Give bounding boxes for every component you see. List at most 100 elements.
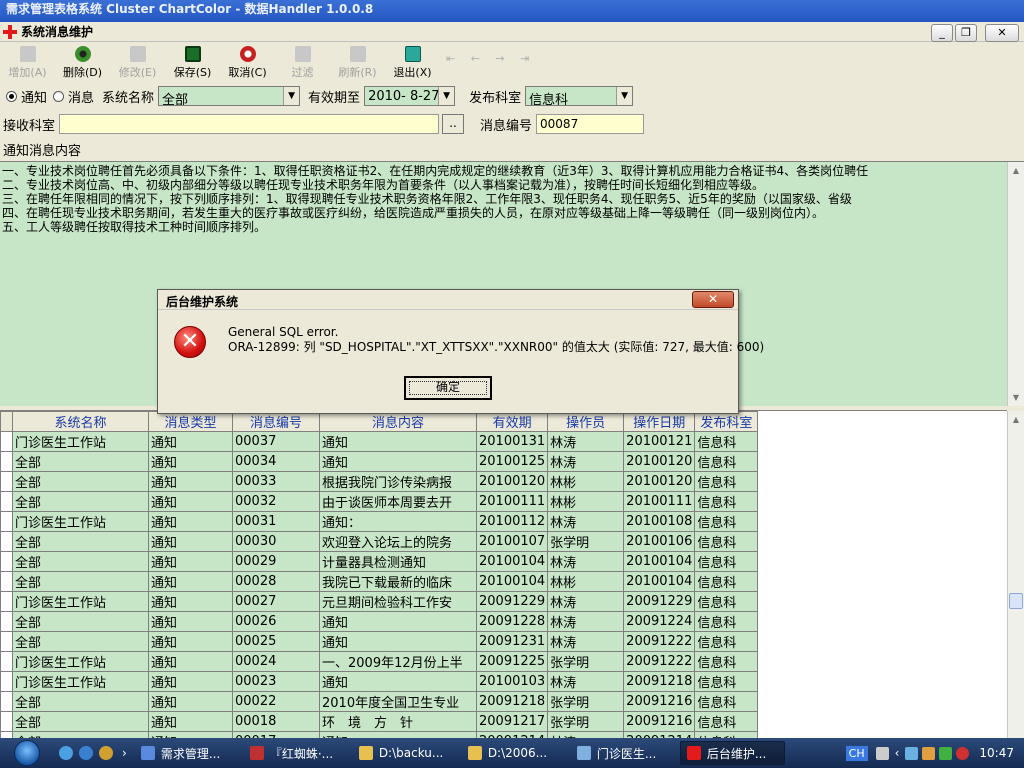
cell-valid-until[interactable]: 20100103	[475, 671, 549, 692]
cell-message-no[interactable]: 00031	[232, 511, 320, 532]
cell-publish-dept[interactable]: 信息科	[694, 491, 759, 512]
cell-message-content[interactable]: 由于谈医师本周要去开	[319, 491, 477, 512]
cell-operation-date[interactable]: 20091216	[623, 711, 696, 732]
quicklaunch-icon[interactable]	[99, 746, 113, 760]
cell-operation-date[interactable]: 20100106	[623, 531, 696, 552]
row-indicator[interactable]	[0, 631, 13, 652]
table-row[interactable]: 全部 通知 00028 我院已下载最新的临床 20100104 林彬 20100104 信息科	[0, 571, 759, 592]
row-indicator[interactable]	[0, 591, 13, 612]
system-name-select[interactable]: 全部 ▼	[158, 86, 301, 106]
col-system-name[interactable]: 系统名称	[12, 411, 149, 432]
cell-operator[interactable]: 林涛	[547, 631, 625, 652]
cell-message-type[interactable]: 通知	[148, 591, 233, 612]
cell-publish-dept[interactable]: 信息科	[694, 551, 759, 572]
cell-message-content[interactable]: 通知	[319, 671, 477, 692]
chevron-right-icon[interactable]: ›	[122, 746, 127, 760]
cell-operator[interactable]: 林彬	[547, 491, 625, 512]
cell-publish-dept[interactable]: 信息科	[694, 631, 759, 652]
cell-operator[interactable]: 林涛	[547, 511, 625, 532]
cell-valid-until[interactable]: 20100125	[475, 451, 549, 472]
table-row[interactable]: 门诊医生工作站 通知 00031 通知： 20100112 林涛 20100108 信息科	[0, 511, 759, 532]
notice-radio[interactable]	[6, 90, 17, 102]
receive-dept-input[interactable]	[59, 114, 440, 134]
row-indicator[interactable]	[0, 511, 13, 532]
col-message-type[interactable]: 消息类型	[148, 411, 233, 432]
shield-icon[interactable]	[939, 746, 953, 760]
cell-message-type[interactable]: 通知	[148, 631, 233, 652]
scroll-up-icon[interactable]: ▲	[1008, 411, 1024, 428]
cell-message-type[interactable]: 通知	[148, 531, 233, 552]
table-row[interactable]: 全部 通知 00029 计量器具检测通知 20100104 林涛 20100104 信息科	[0, 551, 759, 572]
cell-message-no[interactable]: 00028	[232, 571, 320, 592]
cell-system-name[interactable]: 全部	[12, 471, 149, 492]
cell-system-name[interactable]: 全部	[12, 531, 149, 552]
cell-valid-until[interactable]: 20091217	[475, 711, 549, 732]
cell-message-type[interactable]: 通知	[148, 671, 233, 692]
cell-message-no[interactable]: 00034	[232, 451, 320, 472]
cell-message-type[interactable]: 通知	[148, 611, 233, 632]
cell-message-type[interactable]: 通知	[148, 711, 233, 732]
cell-message-no[interactable]: 00026	[232, 611, 320, 632]
cell-message-content[interactable]: 环 境 方 针	[319, 711, 477, 732]
cell-message-content[interactable]: 元旦期间检验科工作安	[319, 591, 477, 612]
cell-message-no[interactable]: 00018	[232, 711, 320, 732]
cell-operation-date[interactable]: 20091224	[623, 611, 696, 632]
cell-message-no[interactable]: 00022	[232, 691, 320, 712]
cell-publish-dept[interactable]: 信息科	[694, 651, 759, 672]
cell-message-type[interactable]: 通知	[148, 431, 233, 452]
table-row[interactable]: 门诊医生工作站 通知 00027 元旦期间检验科工作安 20091229 林涛 200912…	[0, 591, 759, 612]
valid-until-date-picker[interactable]: 2010- 8-27 ▼	[364, 86, 456, 106]
cell-message-content[interactable]: 通知：	[319, 511, 477, 532]
cell-message-content[interactable]: 我院已下载最新的临床	[319, 571, 477, 592]
record-nav-arrows[interactable]: ⇤ ← → ⇥	[446, 42, 535, 82]
table-scrollbar[interactable]: ▲	[1007, 411, 1024, 738]
cell-system-name[interactable]: 全部	[12, 451, 149, 472]
cancel-button[interactable]: 取消(C)	[220, 42, 275, 82]
cell-system-name[interactable]: 全部	[12, 711, 149, 732]
cell-message-no[interactable]: 00033	[232, 471, 320, 492]
cell-operator[interactable]: 林彬	[547, 471, 625, 492]
cell-publish-dept[interactable]: 信息科	[694, 531, 759, 552]
cell-operation-date[interactable]: 20091229	[623, 591, 696, 612]
row-indicator[interactable]	[0, 711, 13, 732]
cell-message-content[interactable]: 2010年度全国卫生专业	[319, 691, 477, 712]
cell-message-content[interactable]: 一、2009年12月份上半	[319, 651, 477, 672]
row-indicator[interactable]	[0, 551, 13, 572]
cell-publish-dept[interactable]: 信息科	[694, 451, 759, 472]
cell-valid-until[interactable]: 20100107	[475, 531, 549, 552]
table-row[interactable]: 全部 通知 00030 欢迎登入论坛上的院务 20100107 张学明 20100106 信息…	[0, 531, 759, 552]
cell-operation-date[interactable]: 20100121	[623, 431, 696, 452]
exit-button[interactable]: 退出(X)	[385, 42, 440, 82]
cell-message-type[interactable]: 通知	[148, 571, 233, 592]
message-radio[interactable]	[53, 90, 65, 102]
cell-valid-until[interactable]: 20100111	[475, 491, 549, 512]
cell-system-name[interactable]: 门诊医生工作站	[12, 591, 149, 612]
col-valid-until[interactable]: 有效期	[475, 411, 549, 432]
quicklaunch-icon[interactable]	[79, 746, 93, 760]
taskbar-item[interactable]: D:\backu...	[353, 741, 458, 765]
save-button[interactable]: 保存(S)	[165, 42, 220, 82]
cell-valid-until[interactable]: 20091229	[475, 591, 549, 612]
cell-publish-dept[interactable]: 信息科	[694, 431, 759, 452]
cell-message-content[interactable]: 通知	[319, 451, 477, 472]
cell-valid-until[interactable]: 20091218	[475, 691, 549, 712]
cell-operation-date[interactable]: 20100120	[623, 471, 696, 492]
cell-message-content[interactable]: 通知	[319, 611, 477, 632]
scrollbar-thumb[interactable]	[1009, 593, 1023, 609]
col-operation-date[interactable]: 操作日期	[623, 411, 696, 432]
cell-message-content[interactable]: 通知	[319, 431, 477, 452]
cell-message-type[interactable]: 通知	[148, 651, 233, 672]
scroll-up-icon[interactable]: ▲	[1008, 162, 1024, 179]
cell-valid-until[interactable]: 20100112	[475, 511, 549, 532]
cell-operator[interactable]: 张学明	[547, 711, 625, 732]
cell-message-type[interactable]: 通知	[148, 551, 233, 572]
cell-message-no[interactable]: 00024	[232, 651, 320, 672]
cell-message-no[interactable]: 00029	[232, 551, 320, 572]
content-scrollbar[interactable]: ▲ ▼	[1007, 162, 1024, 406]
cell-operation-date[interactable]: 20091222	[623, 631, 696, 652]
table-row[interactable]: 全部 通知 00025 通知 20091231 林涛 20091222 信息科	[0, 631, 759, 652]
cell-operation-date[interactable]: 20100111	[623, 491, 696, 512]
cell-message-type[interactable]: 通知	[148, 451, 233, 472]
minimize-button[interactable]: _	[931, 24, 953, 42]
cell-message-no[interactable]: 00023	[232, 671, 320, 692]
